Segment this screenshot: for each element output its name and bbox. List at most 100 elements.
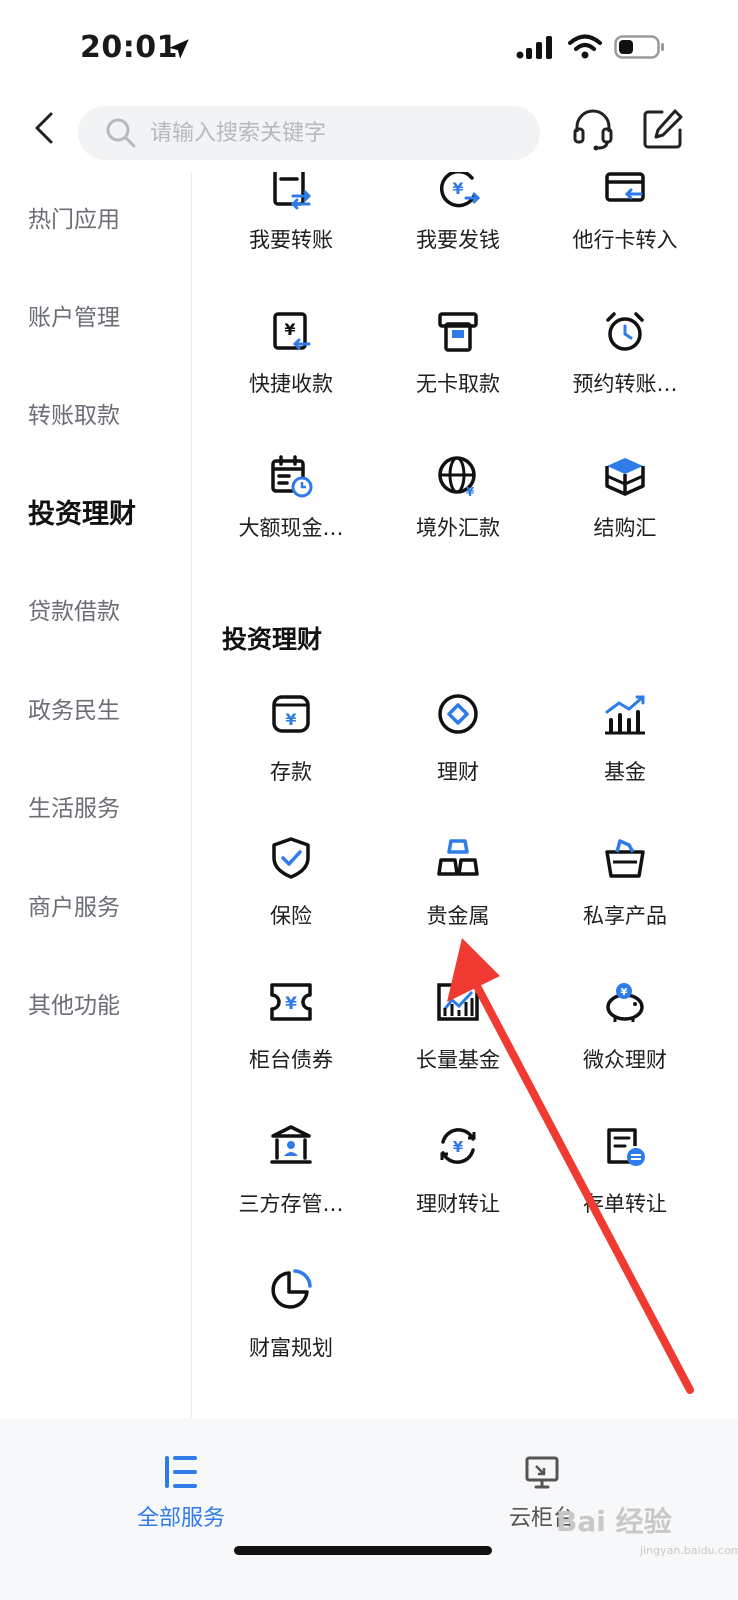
sidebar-item-merchant[interactable]: 商户服务 (28, 888, 188, 922)
service-item-webank-wealth[interactable]: ¥ 微众理财 (540, 980, 710, 1110)
calendar-clock-icon (271, 455, 313, 498)
pie-chart-icon (271, 1269, 312, 1309)
location-arrow-icon (169, 39, 189, 59)
certificate-transfer-icon (607, 1128, 645, 1166)
service-item-overseas-remit[interactable]: ¥ 境外汇款 (373, 454, 543, 584)
status-time: 20:01 (80, 30, 178, 65)
bottom-tab-bar: 全部服务 云柜台 Bai 经验 jingyan.baidu.com (0, 1418, 738, 1600)
service-item-private-products[interactable]: 私享产品 (540, 836, 710, 966)
header (0, 96, 738, 172)
service-item-label: 贵金属 (426, 904, 490, 928)
service-item-transfer[interactable]: 我要转账 (206, 172, 376, 296)
category-sidebar: 热门应用 账户管理 转账取款 投资理财 贷款借款 政务民生 生活服务 商户服务 … (0, 172, 192, 1418)
globe-icon: ¥ (438, 456, 476, 498)
service-item-label: 境外汇款 (416, 516, 500, 540)
deposit-box-icon: ¥ (272, 695, 310, 733)
service-item-send-money[interactable]: ¥ 我要发钱 (373, 172, 543, 296)
svg-text:¥: ¥ (284, 320, 295, 339)
service-item-label: 大额现金… (238, 516, 344, 540)
sidebar-item-life[interactable]: 生活服务 (28, 789, 188, 823)
shield-check-icon (272, 837, 310, 879)
service-item-label: 私享产品 (583, 904, 667, 928)
service-item-large-cash[interactable]: 大额现金… (206, 454, 376, 584)
sidebar-item-government[interactable]: 政务民生 (28, 691, 188, 725)
service-item-label: 理财转让 (416, 1192, 500, 1216)
service-item-quick-receive[interactable]: ¥ 快捷收款 (206, 310, 376, 440)
service-item-insurance[interactable]: 保险 (206, 836, 376, 966)
cellular-signal-icon (516, 36, 552, 59)
watermark-domain: jingyan.baidu.com (640, 1544, 738, 1557)
tab-all-services[interactable]: 全部服务 (101, 1454, 261, 1534)
status-bar: 20:01 (0, 0, 738, 96)
svg-text:¥: ¥ (285, 994, 297, 1014)
basket-icon (605, 839, 645, 878)
service-item-precious-metal[interactable]: 贵金属 (373, 836, 543, 966)
sidebar-item-loans[interactable]: 贷款借款 (28, 592, 188, 626)
service-item-label: 保险 (270, 904, 312, 928)
service-item-wealth-planning[interactable]: 财富规划 (206, 1268, 376, 1398)
service-item-label: 理财 (437, 760, 479, 784)
service-item-cardless-withdraw[interactable]: 无卡取款 (373, 310, 543, 440)
service-item-label: 预约转账… (572, 372, 678, 396)
bond-ticket-icon: ¥ (270, 983, 312, 1021)
service-item-wealth[interactable]: 理财 (373, 692, 543, 822)
service-item-card-transfer-in[interactable]: 他行卡转入 (540, 172, 710, 296)
service-item-label: 财富规划 (249, 1336, 333, 1360)
svg-text:¥: ¥ (452, 179, 463, 198)
service-item-label: 微众理财 (583, 1048, 667, 1072)
exchange-cycle-icon: ¥ (440, 1128, 476, 1164)
bar-chart-icon (605, 695, 645, 735)
service-item-wealth-transfer[interactable]: ¥ 理财转让 (373, 1124, 543, 1254)
diamond-circle-icon (438, 694, 478, 734)
sidebar-item-hot-apps[interactable]: 热门应用 (28, 200, 188, 234)
service-item-label: 柜台债券 (249, 1048, 333, 1072)
bank-building-icon (270, 1125, 312, 1164)
service-item-certificate-transfer[interactable]: 存单转让 (540, 1124, 710, 1254)
service-item-label: 他行卡转入 (572, 228, 678, 252)
service-item-label: 基金 (604, 760, 646, 784)
back-button[interactable] (22, 106, 66, 150)
service-item-label: 无卡取款 (416, 372, 500, 396)
transfer-document-icon (273, 172, 312, 210)
service-item-counter-bond[interactable]: ¥ 柜台债券 (206, 980, 376, 1110)
svg-text:¥: ¥ (466, 485, 475, 498)
service-item-label: 存款 (270, 760, 312, 784)
sidebar-item-account[interactable]: 账户管理 (28, 298, 188, 332)
service-item-label: 存单转让 (583, 1192, 667, 1216)
service-content: 我要转账 ¥ 我要发钱 他行卡转入 ¥ 快捷收款 无卡取款 预约转账… 大额现金… (192, 172, 738, 1418)
quick-receive-icon: ¥ (273, 312, 311, 350)
all-services-icon (165, 1456, 197, 1488)
service-item-third-party-custody[interactable]: 三方存管… (206, 1124, 376, 1254)
tab-label: 全部服务 (136, 1506, 225, 1531)
edit-button[interactable] (640, 106, 686, 152)
search-box[interactable] (78, 106, 540, 160)
alarm-clock-icon (606, 312, 644, 351)
sidebar-item-other[interactable]: 其他功能 (28, 986, 188, 1020)
service-item-fx-settlement[interactable]: 结购汇 (540, 454, 710, 584)
card-transfer-in-icon (605, 172, 645, 202)
search-input[interactable] (150, 120, 530, 146)
cloud-counter-icon (525, 1456, 559, 1489)
status-indicators (516, 34, 666, 60)
section-title-invest: 投资理财 (222, 625, 323, 654)
service-item-scheduled-transfer[interactable]: 预约转账… (540, 310, 710, 440)
customer-service-button[interactable] (570, 106, 616, 152)
svg-text:¥: ¥ (285, 710, 296, 729)
svg-text:¥: ¥ (453, 1138, 464, 1156)
service-item-label: 结购汇 (593, 516, 657, 540)
service-item-changliang-fund[interactable]: 长量基金 (373, 980, 543, 1110)
service-item-label: 我要发钱 (416, 228, 500, 252)
service-item-fund[interactable]: 基金 (540, 692, 710, 822)
battery-icon (614, 35, 664, 59)
chart-frame-icon (437, 983, 479, 1021)
service-item-label: 我要转账 (249, 228, 333, 252)
gold-bars-icon (437, 839, 479, 876)
service-item-label: 长量基金 (416, 1048, 500, 1072)
service-item-label: 三方存管… (238, 1192, 344, 1216)
service-item-label: 快捷收款 (249, 372, 333, 396)
service-item-deposit[interactable]: ¥ 存款 (206, 692, 376, 822)
watermark-brand: Bai 经验 (556, 1505, 672, 1538)
sidebar-item-invest[interactable]: 投资理财 (28, 492, 188, 531)
edit-icon (643, 109, 683, 149)
sidebar-item-transfer[interactable]: 转账取款 (28, 396, 188, 430)
